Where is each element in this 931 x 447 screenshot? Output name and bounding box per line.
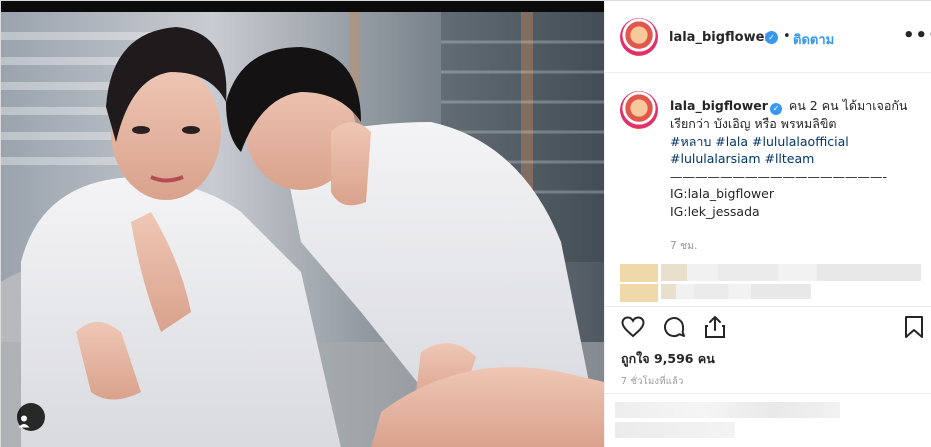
like-button[interactable] xyxy=(620,314,646,340)
blurred-comment xyxy=(661,284,811,299)
comment-icon xyxy=(664,317,685,338)
bookmark-icon xyxy=(905,316,923,338)
blurred-comment-avatar xyxy=(620,264,658,282)
blurred-comment xyxy=(661,264,921,281)
caption-line-1: คน 2 คน ได้มาเจอกัน xyxy=(788,98,908,113)
caption-verified-badge-icon: ✓ xyxy=(769,103,782,115)
instagram-post: lala_bigflower ✓ • ติดตาม ••• lala_bigfl… xyxy=(0,0,931,447)
more-options-icon[interactable]: ••• xyxy=(903,25,931,46)
post-image xyxy=(1,12,604,447)
likes-summary[interactable]: ถูกใจ 9,596 คน xyxy=(621,349,715,369)
post-side-panel: lala_bigflower ✓ • ติดตาม ••• lala_bigfl… xyxy=(604,1,931,447)
likes-unit: คน xyxy=(697,351,715,366)
blurred-comment-input xyxy=(615,422,735,438)
caption-divider: —————————————————- xyxy=(670,168,888,184)
likes-count: 9,596 xyxy=(653,351,694,366)
caption-line-2: เรียกว่า บังเอิญ หรือ พรหมลิขิต xyxy=(670,116,837,131)
posted-time[interactable]: 7 ชั่วโมงที่แล้ว xyxy=(621,374,684,389)
photo-top-bar xyxy=(1,1,604,12)
post-photo[interactable] xyxy=(1,1,604,447)
share-icon xyxy=(705,316,725,338)
blurred-comment-avatar xyxy=(620,284,658,302)
comment-footer xyxy=(605,393,931,447)
likes-label: ถูกใจ xyxy=(621,351,650,366)
tagged-users-button[interactable] xyxy=(17,403,45,431)
caption-time-ago: 7 ชม. xyxy=(670,240,698,252)
actions-divider xyxy=(605,306,931,307)
post-header: lala_bigflower ✓ • ติดตาม ••• xyxy=(605,1,931,73)
save-button[interactable] xyxy=(901,314,927,340)
caption-username[interactable]: lala_bigflower xyxy=(670,98,768,113)
caption-ig-2: IG:lek_jessada xyxy=(670,203,760,219)
user-tag-icon xyxy=(18,415,30,428)
caption-ig-1: IG:lala_bigflower xyxy=(670,186,775,201)
separator-dot: • xyxy=(783,29,791,44)
hashtags-line-2[interactable]: #lululalarsiam #llteam xyxy=(670,150,920,168)
caption-avatar[interactable] xyxy=(620,91,658,129)
heart-icon xyxy=(621,316,645,338)
share-button[interactable] xyxy=(702,314,728,340)
follow-button[interactable]: ติดตาม xyxy=(793,29,834,50)
blurred-comment-input xyxy=(615,402,840,418)
caption-text: lala_bigflower ✓ คน 2 คน ได้มาเจอกัน เรีย… xyxy=(670,97,920,220)
avatar[interactable] xyxy=(620,18,658,56)
comment-button[interactable] xyxy=(661,314,687,340)
header-username[interactable]: lala_bigflower xyxy=(669,30,771,45)
hashtags-line-1[interactable]: #หลาบ #lala #lululalaofficial xyxy=(670,133,920,151)
verified-badge-icon: ✓ xyxy=(765,31,778,44)
